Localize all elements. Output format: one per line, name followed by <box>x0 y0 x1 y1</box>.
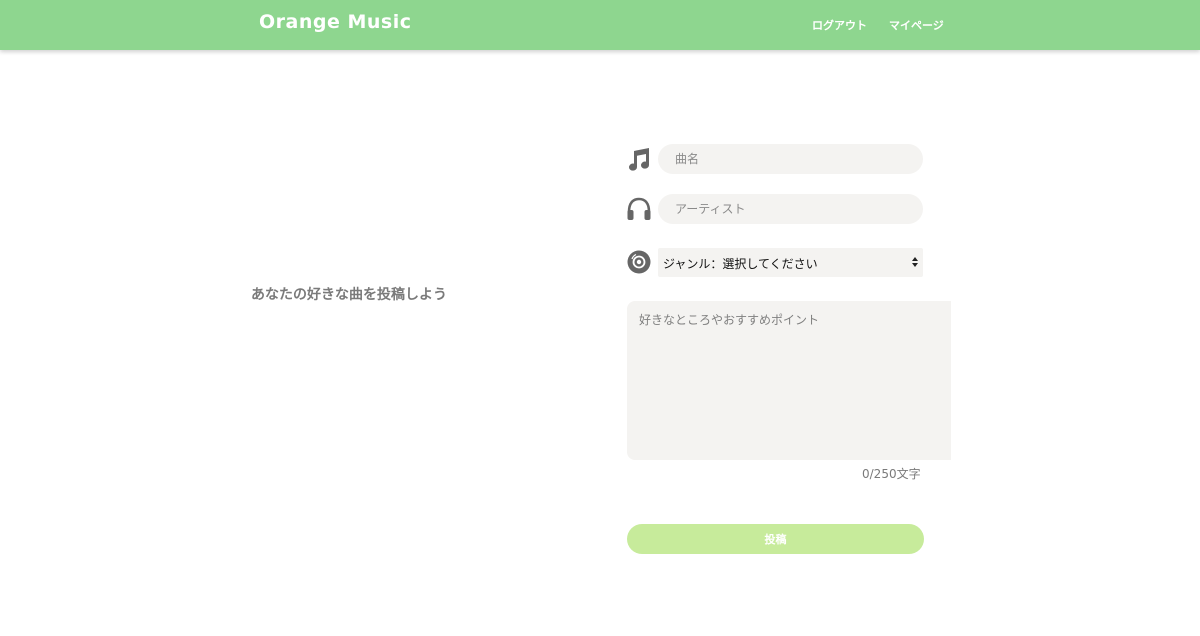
nav-mypage-link[interactable]: マイページ <box>889 17 944 33</box>
character-counter: 0/250文字 <box>862 467 921 481</box>
nav-logout-link[interactable]: ログアウト <box>812 17 867 33</box>
select-arrows-icon <box>912 257 918 267</box>
artist-input[interactable] <box>658 194 923 224</box>
header-bar: Orange Music ログアウト マイページ <box>0 0 1200 50</box>
music-note-icon <box>629 148 650 171</box>
lead-text: あなたの好きな曲を投稿しよう <box>251 287 447 303</box>
comment-textarea[interactable] <box>627 301 951 460</box>
disc-icon <box>627 250 651 274</box>
submit-button[interactable]: 投稿 <box>627 524 924 554</box>
headphones-icon <box>627 197 651 220</box>
genre-select[interactable]: ジャンル：選択してください <box>658 248 923 277</box>
genre-select-value: ジャンル：選択してください <box>663 257 818 271</box>
brand-logo[interactable]: Orange Music <box>259 11 412 33</box>
song-title-input[interactable] <box>658 144 923 174</box>
